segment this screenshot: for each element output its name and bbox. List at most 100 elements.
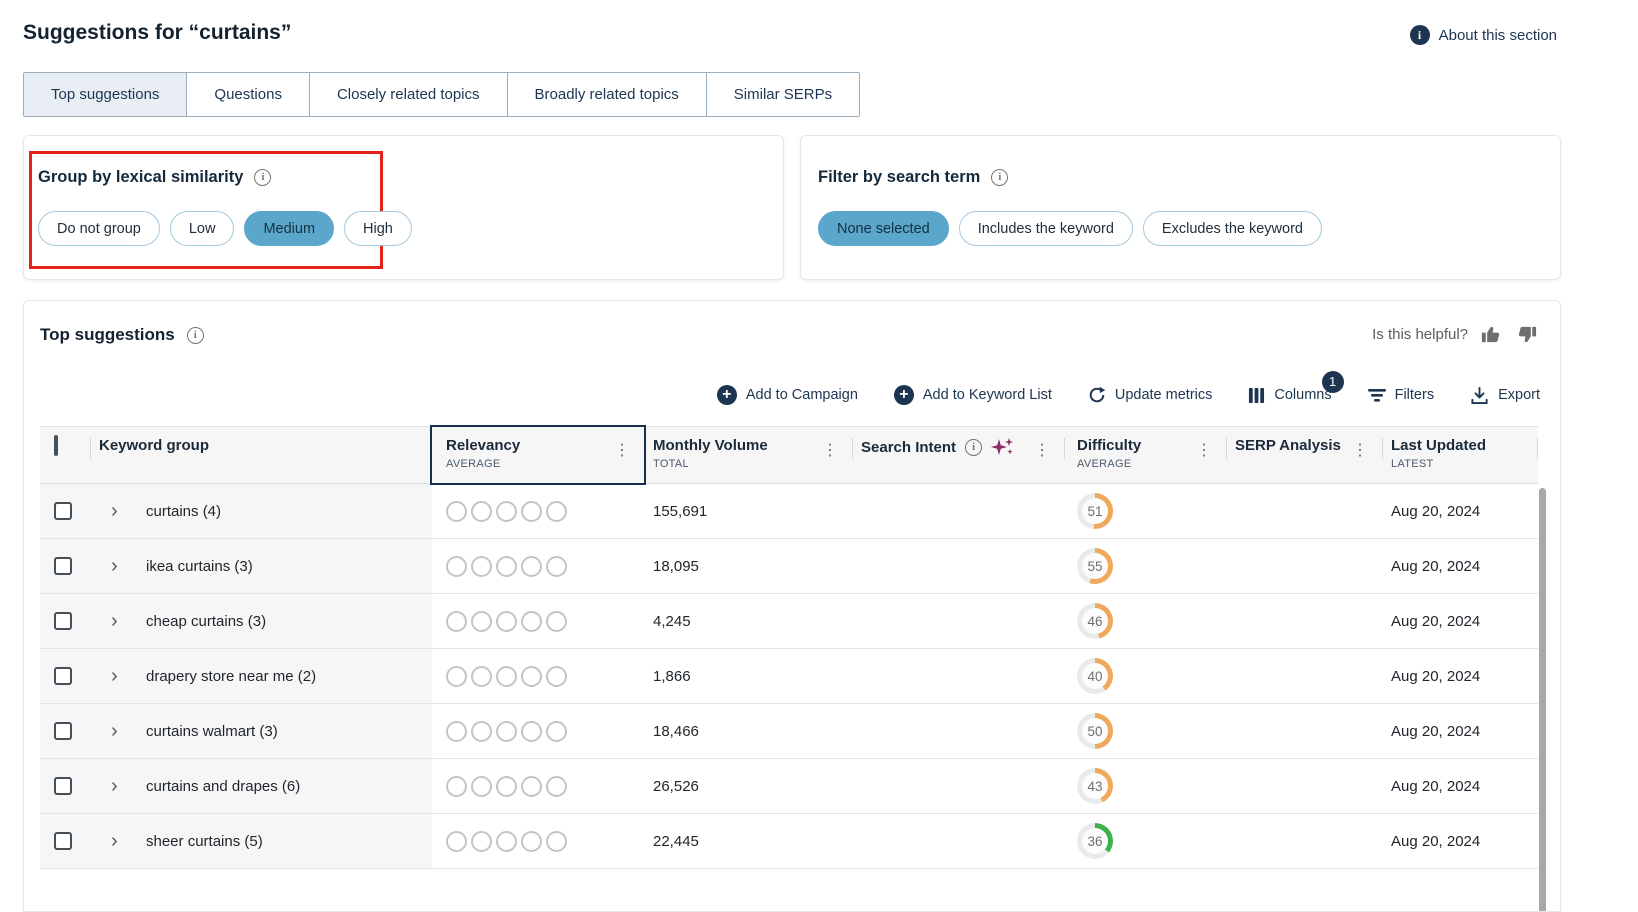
group-option-low[interactable]: Low xyxy=(170,211,235,246)
row-checkbox[interactable] xyxy=(54,777,72,795)
table-row: › cheap curtains (3) 4,245 46 Aug 20, 20… xyxy=(40,594,1538,649)
row-checkbox-cell xyxy=(40,814,90,868)
table-row: › curtains walmart (3) 18,466 50 Aug 20,… xyxy=(40,704,1538,759)
add-to-campaign-button[interactable]: + Add to Campaign xyxy=(717,385,858,405)
table-row: › drapery store near me (2) 1,866 40 Aug… xyxy=(40,649,1538,704)
about-this-section-link[interactable]: i About this section xyxy=(1410,25,1557,45)
select-all-checkbox[interactable] xyxy=(54,435,58,456)
expand-chevron-icon[interactable]: › xyxy=(111,831,123,851)
column-sublabel: LATEST xyxy=(1391,458,1538,470)
filter-option-includes-the-keyword[interactable]: Includes the keyword xyxy=(959,211,1133,246)
group-by-pills: Do not group Low Medium High xyxy=(38,211,412,246)
relevancy-circle xyxy=(446,611,467,632)
row-checkbox[interactable] xyxy=(54,832,72,850)
row-checkbox[interactable] xyxy=(54,502,72,520)
column-label: Last Updated xyxy=(1391,437,1538,454)
tabs: Top suggestionsQuestionsClosely related … xyxy=(23,72,860,117)
kebab-menu-icon[interactable]: ⋮ xyxy=(614,440,630,460)
tab-top-suggestions[interactable]: Top suggestions xyxy=(23,72,187,117)
section-title-text: Top suggestions xyxy=(40,325,175,345)
expand-chevron-icon[interactable]: › xyxy=(111,666,123,686)
filter-by-title: Filter by search term i xyxy=(818,168,1008,187)
section-title: Top suggestions i xyxy=(40,325,204,345)
export-button[interactable]: Export xyxy=(1470,386,1540,405)
relevancy-cell xyxy=(432,776,644,797)
column-last-updated[interactable]: Last Updated LATEST xyxy=(1382,427,1538,483)
table-row: › sheer curtains (5) 22,445 36 Aug 20, 2… xyxy=(40,814,1538,869)
monthly-volume-value: 26,526 xyxy=(644,778,852,795)
column-search-intent[interactable]: Search Intent i ⋮ xyxy=(852,427,1064,483)
row-checkbox[interactable] xyxy=(54,722,72,740)
tab-similar-serps[interactable]: Similar SERPs xyxy=(706,72,860,117)
column-keyword-group[interactable]: Keyword group xyxy=(90,427,432,483)
table-header: Keyword group Relevancy AVERAGE ⋮ Monthl… xyxy=(40,426,1538,484)
tab-closely-related-topics[interactable]: Closely related topics xyxy=(309,72,508,117)
relevancy-circle xyxy=(496,776,517,797)
expand-chevron-icon[interactable]: › xyxy=(111,611,123,631)
keyword-group-cell: › ikea curtains (3) xyxy=(90,539,432,593)
monthly-volume-value: 22,445 xyxy=(644,833,852,850)
kebab-menu-icon[interactable]: ⋮ xyxy=(1196,440,1212,460)
keyword-group-label: drapery store near me (2) xyxy=(146,668,316,685)
info-icon[interactable]: i xyxy=(965,439,982,456)
info-icon[interactable]: i xyxy=(991,169,1008,186)
keyword-group-label: curtains and drapes (6) xyxy=(146,778,300,795)
kebab-menu-icon[interactable]: ⋮ xyxy=(1352,440,1368,460)
filter-by-title-text: Filter by search term xyxy=(818,168,980,187)
update-metrics-button[interactable]: Update metrics xyxy=(1088,386,1213,404)
expand-chevron-icon[interactable]: › xyxy=(111,501,123,521)
tab-broadly-related-topics[interactable]: Broadly related topics xyxy=(507,72,707,117)
thumbs-up-icon[interactable] xyxy=(1480,323,1503,346)
vertical-scrollbar[interactable] xyxy=(1539,488,1546,912)
filter-option-excludes-the-keyword[interactable]: Excludes the keyword xyxy=(1143,211,1322,246)
keyword-group-cell: › curtains and drapes (6) xyxy=(90,759,432,813)
info-icon[interactable]: i xyxy=(254,169,271,186)
kebab-menu-icon[interactable]: ⋮ xyxy=(822,440,838,460)
export-label: Export xyxy=(1498,387,1540,403)
tab-questions[interactable]: Questions xyxy=(186,72,310,117)
row-checkbox[interactable] xyxy=(54,612,72,630)
add-to-keyword-list-button[interactable]: + Add to Keyword List xyxy=(894,385,1052,405)
relevancy-circle xyxy=(471,501,492,522)
relevancy-circle xyxy=(471,776,492,797)
expand-chevron-icon[interactable]: › xyxy=(111,556,123,576)
row-checkbox[interactable] xyxy=(54,667,72,685)
row-checkbox[interactable] xyxy=(54,557,72,575)
group-option-high[interactable]: High xyxy=(344,211,412,246)
difficulty-cell: 36 xyxy=(1064,823,1226,859)
filter-by-card: Filter by search term i None selected Inc… xyxy=(800,135,1561,280)
relevancy-circle xyxy=(521,611,542,632)
group-by-card: Group by lexical similarity i Do not gro… xyxy=(23,135,784,280)
table-row: › curtains (4) 155,691 51 Aug 20, 2024 xyxy=(40,484,1538,539)
relevancy-cell xyxy=(432,556,644,577)
group-option-medium[interactable]: Medium xyxy=(244,211,334,246)
relevancy-cell xyxy=(432,831,644,852)
difficulty-cell: 43 xyxy=(1064,768,1226,804)
column-relevancy[interactable]: Relevancy AVERAGE ⋮ xyxy=(432,427,644,483)
relevancy-circle xyxy=(521,721,542,742)
columns-label: Columns xyxy=(1274,387,1331,403)
ai-sparkles-icon xyxy=(991,437,1014,457)
filter-icon xyxy=(1368,387,1386,403)
expand-chevron-icon[interactable]: › xyxy=(111,721,123,741)
column-difficulty[interactable]: Difficulty AVERAGE ⋮ xyxy=(1064,427,1226,483)
group-option-do-not-group[interactable]: Do not group xyxy=(38,211,160,246)
expand-chevron-icon[interactable]: › xyxy=(111,776,123,796)
filter-option-none-selected[interactable]: None selected xyxy=(818,211,949,246)
monthly-volume-value: 4,245 xyxy=(644,613,852,630)
kebab-menu-icon[interactable]: ⋮ xyxy=(1034,440,1050,460)
monthly-volume-value: 18,095 xyxy=(644,558,852,575)
last-updated-value: Aug 20, 2024 xyxy=(1382,503,1538,520)
columns-button[interactable]: Columns 1 xyxy=(1248,387,1331,404)
last-updated-value: Aug 20, 2024 xyxy=(1382,613,1538,630)
relevancy-circle xyxy=(496,721,517,742)
column-serp-analysis[interactable]: SERP Analysis ⋮ xyxy=(1226,427,1382,483)
filters-button[interactable]: Filters xyxy=(1368,387,1434,403)
relevancy-cell xyxy=(432,501,644,522)
thumbs-down-icon[interactable] xyxy=(1515,323,1538,346)
column-monthly-volume[interactable]: Monthly Volume TOTAL ⋮ xyxy=(644,427,852,483)
relevancy-circle xyxy=(471,611,492,632)
info-icon[interactable]: i xyxy=(187,327,204,344)
difficulty-value: 36 xyxy=(1077,823,1113,859)
refresh-icon xyxy=(1088,386,1106,404)
